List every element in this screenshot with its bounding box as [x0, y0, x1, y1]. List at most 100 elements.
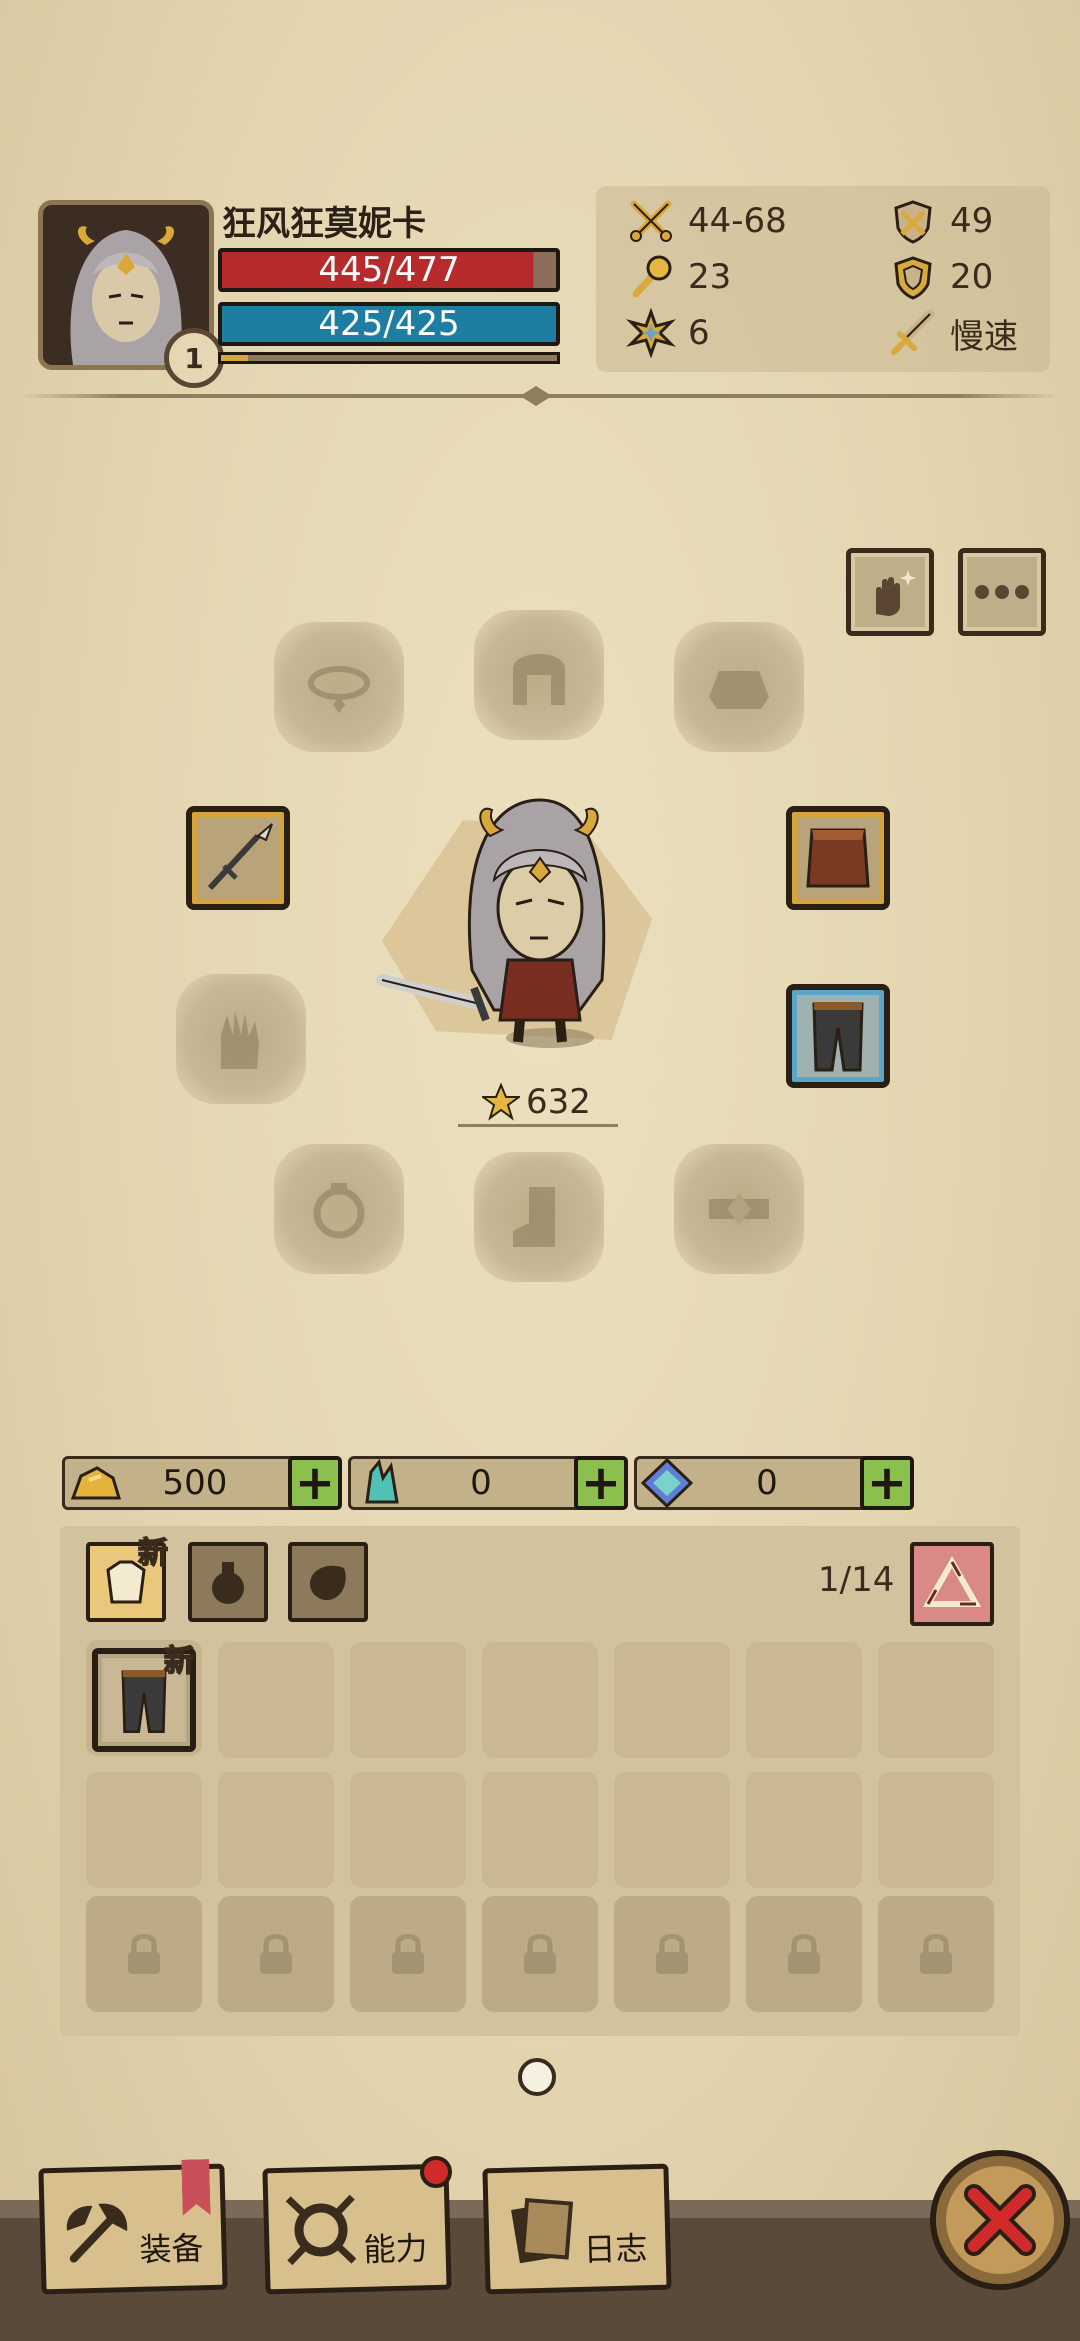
plus-icon: +	[866, 1455, 908, 1511]
recycle-icon	[922, 1556, 982, 1607]
new-badge: 新	[163, 1643, 195, 1680]
gem-value: 0	[756, 1463, 778, 1503]
necklace-icon	[308, 666, 370, 713]
sword-icon	[891, 309, 935, 355]
slot-ring[interactable]	[274, 1144, 404, 1274]
locked-slot[interactable]	[746, 1896, 862, 2012]
stat-attack: 44-68	[626, 196, 787, 246]
inventory-slot[interactable]	[350, 1772, 466, 1888]
score-underline	[458, 1124, 618, 1127]
locked-slot[interactable]	[878, 1896, 994, 2012]
mp-bar: 425/425	[218, 302, 560, 346]
shoulder-armor-icon	[709, 671, 769, 709]
slot-armor[interactable]	[786, 806, 890, 910]
potion-tab-icon	[212, 1562, 244, 1604]
lock-icon	[788, 1934, 820, 1974]
hand-sparkle-icon	[876, 570, 916, 616]
more-button[interactable]	[958, 548, 1046, 636]
currency-gold: 500	[62, 1456, 318, 1510]
hero-character[interactable]	[370, 780, 690, 1070]
notification-dot	[420, 2156, 452, 2188]
close-icon	[964, 2184, 1036, 2256]
leather-armor-icon	[806, 828, 870, 888]
helmet-icon	[513, 654, 565, 705]
nav-label-ability: 能力	[363, 2229, 429, 2269]
journal-icon	[511, 2197, 574, 2264]
ring-icon	[313, 1183, 365, 1239]
stat-magic: 23	[626, 252, 731, 302]
inventory-slot[interactable]	[614, 1642, 730, 1758]
more-dots-icon	[975, 585, 1029, 599]
nav-tab-ability[interactable]: 能力	[262, 2163, 452, 2295]
skill-button[interactable]	[846, 548, 934, 636]
inventory-slot[interactable]	[878, 1642, 994, 1758]
axe-icon	[66, 2203, 128, 2263]
inventory-tab-potions[interactable]	[188, 1542, 268, 1622]
inventory-slot[interactable]	[350, 1642, 466, 1758]
crystal-value: 0	[470, 1463, 492, 1503]
hp-bar: 445/477	[218, 248, 560, 292]
xp-fill	[221, 355, 248, 361]
inventory-slot[interactable]	[746, 1772, 862, 1888]
inventory-count: 1/14	[818, 1560, 895, 1600]
slot-shoulder[interactable]	[674, 622, 804, 752]
inventory-slot[interactable]	[86, 1772, 202, 1888]
page-indicator	[518, 2058, 556, 2096]
new-badge: 新	[137, 1535, 169, 1572]
inventory-slot[interactable]	[482, 1772, 598, 1888]
stat-speed: 慢速	[888, 308, 1018, 358]
locked-slot[interactable]	[350, 1896, 466, 2012]
slot-gloves[interactable]	[176, 974, 306, 1104]
star-icon	[482, 1083, 520, 1121]
burst-star-icon	[626, 308, 676, 358]
locked-slot[interactable]	[614, 1896, 730, 2012]
lock-icon	[524, 1934, 556, 1974]
mp-text: 425/425	[318, 304, 460, 344]
hp-text: 445/477	[318, 250, 460, 290]
gem-icon	[637, 1456, 697, 1510]
nav-label-log: 日志	[583, 2229, 649, 2269]
add-gold-button[interactable]: +	[288, 1455, 342, 1511]
xp-bar	[218, 352, 560, 364]
inventory-slot[interactable]	[218, 1772, 334, 1888]
add-gem-button[interactable]: +	[860, 1455, 914, 1511]
shield-icon	[894, 256, 932, 300]
pants-icon	[812, 1002, 864, 1072]
inventory-slot[interactable]	[614, 1772, 730, 1888]
inventory-slot[interactable]	[746, 1642, 862, 1758]
hero-name: 狂风狂莫妮卡	[222, 204, 426, 244]
lock-icon	[128, 1934, 160, 1974]
stat-resist: 20	[888, 252, 993, 302]
stat-defense: 49	[888, 196, 993, 246]
gold-ore-icon	[65, 1456, 125, 1510]
locked-slot[interactable]	[218, 1896, 334, 2012]
shield-swords-icon	[894, 200, 932, 244]
locked-slot[interactable]	[86, 1896, 202, 2012]
slot-helmet[interactable]	[474, 610, 604, 740]
add-crystal-button[interactable]: +	[574, 1455, 628, 1511]
lock-icon	[392, 1934, 424, 1974]
locked-slot[interactable]	[482, 1896, 598, 2012]
magic-staff-icon	[632, 255, 672, 298]
close-button[interactable]	[930, 2150, 1070, 2290]
nav-label-equip: 装备	[139, 2229, 205, 2269]
inventory-slot[interactable]	[218, 1642, 334, 1758]
inventory-slot[interactable]	[878, 1772, 994, 1888]
plus-icon: +	[580, 1455, 622, 1511]
slot-boots[interactable]	[474, 1152, 604, 1282]
lock-icon	[260, 1934, 292, 1974]
lock-icon	[920, 1934, 952, 1974]
plus-icon: +	[294, 1455, 336, 1511]
material-tab-icon	[310, 1565, 346, 1601]
nav-tab-log[interactable]: 日志	[482, 2163, 672, 2295]
slot-necklace[interactable]	[274, 622, 404, 752]
slot-weapon[interactable]	[186, 806, 290, 910]
inventory-tab-materials[interactable]	[288, 1542, 368, 1622]
inventory-slot[interactable]	[482, 1642, 598, 1758]
currency-crystal: 0	[348, 1456, 604, 1510]
nav-tab-equip[interactable]: 装备	[38, 2164, 228, 2295]
divider-ornament	[520, 386, 552, 406]
slot-pants[interactable]	[786, 984, 890, 1088]
recycle-button[interactable]	[910, 1542, 994, 1626]
slot-belt[interactable]	[674, 1144, 804, 1274]
